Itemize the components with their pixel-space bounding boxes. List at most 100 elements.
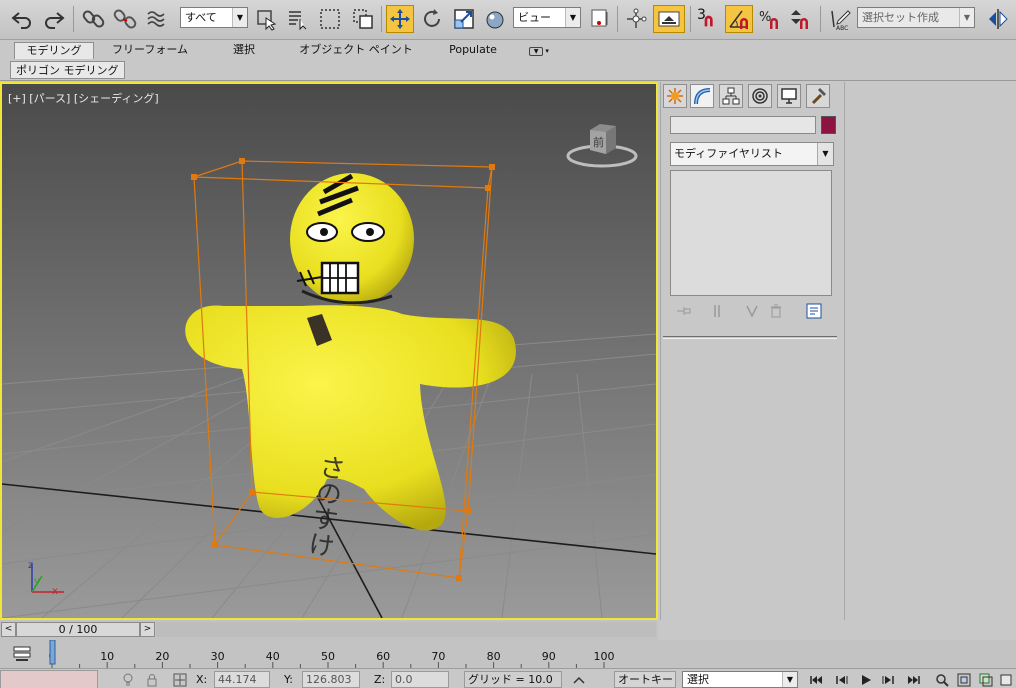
- move-button[interactable]: [386, 5, 414, 33]
- scale-button[interactable]: [450, 5, 478, 33]
- viewport-label-menu[interactable]: [+] [パース] [シェーディング]: [8, 90, 159, 106]
- reference-coord-value: ビュー: [518, 11, 551, 24]
- svg-text:ABC: ABC: [836, 25, 848, 31]
- play-button[interactable]: [856, 671, 876, 688]
- unlink-icon: [113, 9, 137, 29]
- angle-snap-toggle[interactable]: [725, 5, 753, 33]
- tab-label: モデリング: [26, 44, 82, 57]
- maxscript-listener-field[interactable]: [0, 670, 98, 688]
- go-to-start-button[interactable]: [806, 671, 826, 688]
- hierarchy-icon: [722, 87, 740, 105]
- auto-key-button[interactable]: オートキー: [614, 671, 676, 688]
- modifier-stack-tools: [670, 302, 834, 320]
- tab-display[interactable]: [777, 84, 801, 108]
- pin-stack-button[interactable]: [674, 302, 694, 320]
- mirror-button[interactable]: [984, 5, 1012, 33]
- tab-modify[interactable]: [690, 84, 714, 108]
- make-unique-button[interactable]: [742, 302, 762, 320]
- chevron-down-icon: ▼: [565, 8, 580, 27]
- zoom-extents-button[interactable]: [954, 671, 974, 688]
- tab-utilities[interactable]: [806, 84, 830, 108]
- unlink-button[interactable]: [111, 5, 139, 33]
- viewcube[interactable]: 前: [564, 120, 644, 170]
- percent-snap-toggle[interactable]: %: [756, 5, 784, 33]
- scale-icon: [454, 9, 474, 29]
- z-coord-field[interactable]: 0.0: [391, 671, 449, 688]
- tab-hierarchy[interactable]: [719, 84, 743, 108]
- redo-button[interactable]: [40, 5, 68, 33]
- time-slider: < 0 / 100 >: [0, 620, 658, 640]
- keyboard-shortcut-toggle[interactable]: [653, 5, 685, 33]
- tab-label: オブジェクト ペイント: [299, 43, 413, 56]
- tab-populate[interactable]: Populate: [440, 42, 506, 59]
- main-toolbar: すべて ▼ ビュー ▼ 3 % ABC 選択セット作成 ▼: [0, 0, 1016, 40]
- ruler-tick-label: 20: [155, 650, 169, 663]
- selection-filter-dropdown[interactable]: すべて ▼: [180, 7, 248, 28]
- previous-frame-button[interactable]: [832, 671, 852, 688]
- display-monitor-icon: [781, 88, 797, 104]
- link-button[interactable]: [80, 5, 108, 33]
- show-end-result-button[interactable]: [708, 302, 728, 320]
- object-name-field[interactable]: [670, 116, 816, 134]
- polygon-modeling-panel-button[interactable]: ポリゴン モデリング: [10, 61, 125, 79]
- next-frame-button[interactable]: [878, 671, 898, 688]
- time-slider-thumb[interactable]: 0 / 100: [16, 622, 140, 637]
- zoom-viewport-button[interactable]: [932, 671, 952, 688]
- zoom-extents-icon: [957, 673, 971, 686]
- bind-spacewarp-button[interactable]: [143, 5, 171, 33]
- select-manipulate-button[interactable]: [622, 5, 650, 33]
- undo-button[interactable]: [8, 5, 36, 33]
- spinner-snap-toggle[interactable]: [785, 5, 813, 33]
- ribbon-options-button[interactable]: ▼ ▾: [524, 42, 554, 59]
- y-coord-label: Y:: [284, 673, 293, 686]
- viewcube-face-label: 前: [593, 136, 604, 149]
- selection-lock-toggle[interactable]: [142, 671, 162, 688]
- viewport-scene: さのすけ x y z: [2, 158, 656, 618]
- object-color-swatch[interactable]: [821, 116, 836, 134]
- rect-selection-button[interactable]: [316, 5, 344, 33]
- edit-named-selection-button[interactable]: ABC: [826, 5, 854, 33]
- tab-label: フリーフォーム: [111, 43, 188, 56]
- x-coord-field[interactable]: 44.174: [214, 671, 270, 688]
- reference-coord-dropdown[interactable]: ビュー ▼: [513, 7, 581, 28]
- open-mini-curve-editor-button[interactable]: [12, 645, 34, 663]
- isolate-selection-button[interactable]: [118, 671, 138, 688]
- perspective-viewport[interactable]: さのすけ x y z [+] [パース] [シェーディング] 前: [0, 82, 658, 620]
- tab-selection[interactable]: 選択: [214, 42, 274, 59]
- select-cursor-icon: [257, 10, 277, 31]
- transform-type-in-toggle[interactable]: [170, 671, 190, 688]
- time-slider-prev-button[interactable]: <: [1, 622, 16, 637]
- window-crossing-button[interactable]: [349, 5, 377, 33]
- zoom-extents-all-icon: [979, 673, 993, 686]
- tab-create[interactable]: [663, 84, 687, 108]
- move-icon: [390, 9, 410, 29]
- adaptive-degradation-toggle[interactable]: [568, 671, 590, 688]
- next-frame-icon: [882, 675, 894, 684]
- manipulate-icon: [627, 8, 647, 28]
- go-to-end-button[interactable]: [904, 671, 924, 688]
- end-result-icon: [714, 305, 720, 317]
- pivot-center-button[interactable]: [586, 5, 614, 33]
- named-selection-set-dropdown[interactable]: 選択セット作成 ▼: [857, 7, 975, 28]
- key-filter-dropdown[interactable]: 選択 ▼: [682, 671, 798, 688]
- tab-freeform[interactable]: フリーフォーム: [104, 42, 196, 59]
- tab-motion[interactable]: [748, 84, 772, 108]
- select-object-button[interactable]: [252, 5, 280, 33]
- tab-modeling[interactable]: モデリング: [14, 42, 94, 59]
- time-slider-next-button[interactable]: >: [140, 622, 155, 637]
- rotate-button[interactable]: [418, 5, 446, 33]
- place-button[interactable]: [482, 5, 510, 33]
- remove-modifier-button[interactable]: [766, 302, 786, 320]
- chevron-down-icon: ▼: [817, 143, 833, 165]
- time-slider-track[interactable]: [156, 622, 656, 637]
- track-ruler[interactable]: 0102030405060708090100: [48, 640, 618, 668]
- zoom-extents-all-button[interactable]: [976, 671, 996, 688]
- y-coord-field[interactable]: 126.803: [302, 671, 360, 688]
- modifier-stack[interactable]: [670, 170, 832, 296]
- select-by-name-button[interactable]: [284, 5, 312, 33]
- modifier-list-dropdown[interactable]: モディファイヤリスト ▼: [670, 142, 834, 166]
- snap-toggle[interactable]: 3: [694, 5, 722, 33]
- configure-modifier-sets-button[interactable]: [804, 302, 824, 320]
- tab-object-paint[interactable]: オブジェクト ペイント: [298, 42, 414, 59]
- maximize-viewport-toggle[interactable]: [998, 671, 1014, 688]
